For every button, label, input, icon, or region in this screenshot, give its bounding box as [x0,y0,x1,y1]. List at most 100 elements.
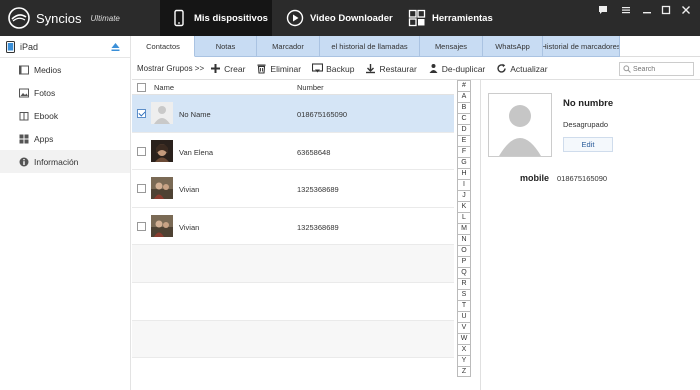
tab-contactos[interactable]: Contactos [132,36,195,57]
table-row[interactable]: Van Elena 63658648 [132,133,454,171]
sidebar-item-label: Ebook [34,110,59,121]
row-checkbox[interactable] [137,109,146,118]
tab-notas[interactable]: Notas [195,36,257,57]
alphabet-letter[interactable]: J [457,190,471,201]
create-button[interactable]: Crear [210,63,245,74]
alphabet-letter[interactable]: Z [457,366,471,377]
show-groups-button[interactable]: Mostrar Grupos >> [137,64,204,73]
device-header[interactable]: iPad [0,36,130,58]
row-checkbox[interactable] [137,184,146,194]
alphabet-letter[interactable]: X [457,344,471,355]
row-checkbox[interactable] [137,221,146,231]
table-row[interactable]: Vivian 1325368689 [132,208,454,246]
column-number[interactable]: Number [297,83,324,92]
alphabet-letter[interactable]: Y [457,355,471,366]
backup-button[interactable]: Backup [312,63,354,74]
alphabet-letter[interactable]: T [457,300,471,311]
contact-number: 018675165090 [297,110,348,119]
device-name: iPad [20,41,39,52]
select-all-checkbox[interactable] [137,82,146,92]
photos-icon [19,88,29,97]
sidebar-item-label: Fotos [34,87,56,98]
alphabet-letter[interactable]: F [457,146,471,157]
alphabet-letter[interactable]: W [457,333,471,344]
alphabet-letter[interactable]: R [457,278,471,289]
table-row[interactable]: No Name 018675165090 [132,95,454,133]
download-icon [366,64,376,74]
nav-tab-label: Mis dispositivos [194,12,268,24]
delete-button[interactable]: Eliminar [256,63,301,74]
edit-button[interactable]: Edit [563,137,613,152]
sidebar-item-apps[interactable]: Apps [0,127,130,150]
nav-tab-label: Video Downloader [310,12,393,24]
nav-tab-video-downloader[interactable]: Video Downloader [286,0,396,36]
refresh-button[interactable]: Actualizar [496,63,548,74]
alphabet-letter[interactable]: K [457,201,471,212]
sidebar: iPad Medios Fotos Ebook Apps Información [0,36,131,390]
nav-tab-tools[interactable]: Herramientas [408,0,518,36]
title-bar: Syncios Ultimate Mis dispositivos Video … [0,0,700,36]
search-input[interactable] [633,65,693,73]
alphabet-letter[interactable]: I [457,179,471,190]
contact-number: 1325368689 [297,222,339,232]
nav-tab-label: Herramientas [432,12,493,24]
contact-photo [151,177,173,200]
dedupe-button[interactable]: De-duplicar [428,63,485,74]
tabs-spacer [620,36,700,57]
contact-number: 1325368689 [297,185,339,195]
alphabet-letter[interactable]: Q [457,267,471,278]
sidebar-item-medios[interactable]: Medios [0,58,130,81]
app-edition: Ultimate [90,13,120,23]
alphabet-letter[interactable]: L [457,212,471,223]
chat-icon[interactable] [596,5,610,19]
apps-icon [19,134,29,143]
alphabet-letter[interactable]: A [457,91,471,102]
alphabet-letter[interactable]: G [457,157,471,168]
alphabet-letter[interactable]: M [457,223,471,234]
row-checkbox[interactable] [137,146,146,156]
alphabet-letter[interactable]: # [457,80,471,91]
sidebar-item-label: Apps [34,133,54,144]
contact-name: Van Elena [179,147,214,157]
app-brand: Syncios Ultimate [8,6,120,30]
empty-row [132,320,454,359]
search-icon [623,65,631,73]
maximize-icon[interactable] [659,5,673,19]
alphabet-letter[interactable]: S [457,289,471,300]
alphabet-letter[interactable]: H [457,168,471,179]
contact-list: No Name 018675165090 Van Elena 63658648 … [132,95,454,390]
close-icon[interactable] [679,5,693,19]
alphabet-letter[interactable]: V [457,322,471,333]
alphabet-letter[interactable]: N [457,234,471,245]
minimize-icon[interactable] [640,5,654,19]
tab-bookmark-history[interactable]: Historial de marcadores [543,36,620,57]
search-box[interactable] [619,62,694,76]
restore-button[interactable]: Restaurar [365,63,417,74]
empty-row [132,282,454,321]
alphabet-letter[interactable]: D [457,124,471,135]
tab-whatsapp[interactable]: WhatsApp [483,36,543,57]
alphabet-letter[interactable]: E [457,135,471,146]
ipad-icon [6,40,15,53]
sidebar-item-fotos[interactable]: Fotos [0,81,130,104]
sidebar-item-ebook[interactable]: Ebook [0,104,130,127]
detail-group: Desagrupado [563,120,609,129]
sidebar-item-informacion[interactable]: Información [0,150,130,173]
column-name[interactable]: Name [154,83,174,92]
nav-tab-devices[interactable]: Mis dispositivos [160,0,272,36]
contact-number: 63658648 [297,147,331,157]
alphabet-letter[interactable]: O [457,245,471,256]
tab-call-history[interactable]: el historial de llamadas [320,36,420,57]
alphabet-letter[interactable]: P [457,256,471,267]
backup-icon [312,63,324,73]
info-icon [19,157,29,166]
table-row[interactable]: Vivian 1325368689 [132,170,454,208]
ebook-icon [19,111,29,120]
eject-icon[interactable] [111,42,120,52]
alphabet-letter[interactable]: C [457,113,471,124]
tab-mensajes[interactable]: Mensajes [420,36,483,57]
menu-icon[interactable] [619,5,633,19]
alphabet-letter[interactable]: B [457,102,471,113]
alphabet-letter[interactable]: U [457,311,471,322]
tab-marcador[interactable]: Marcador [257,36,320,57]
